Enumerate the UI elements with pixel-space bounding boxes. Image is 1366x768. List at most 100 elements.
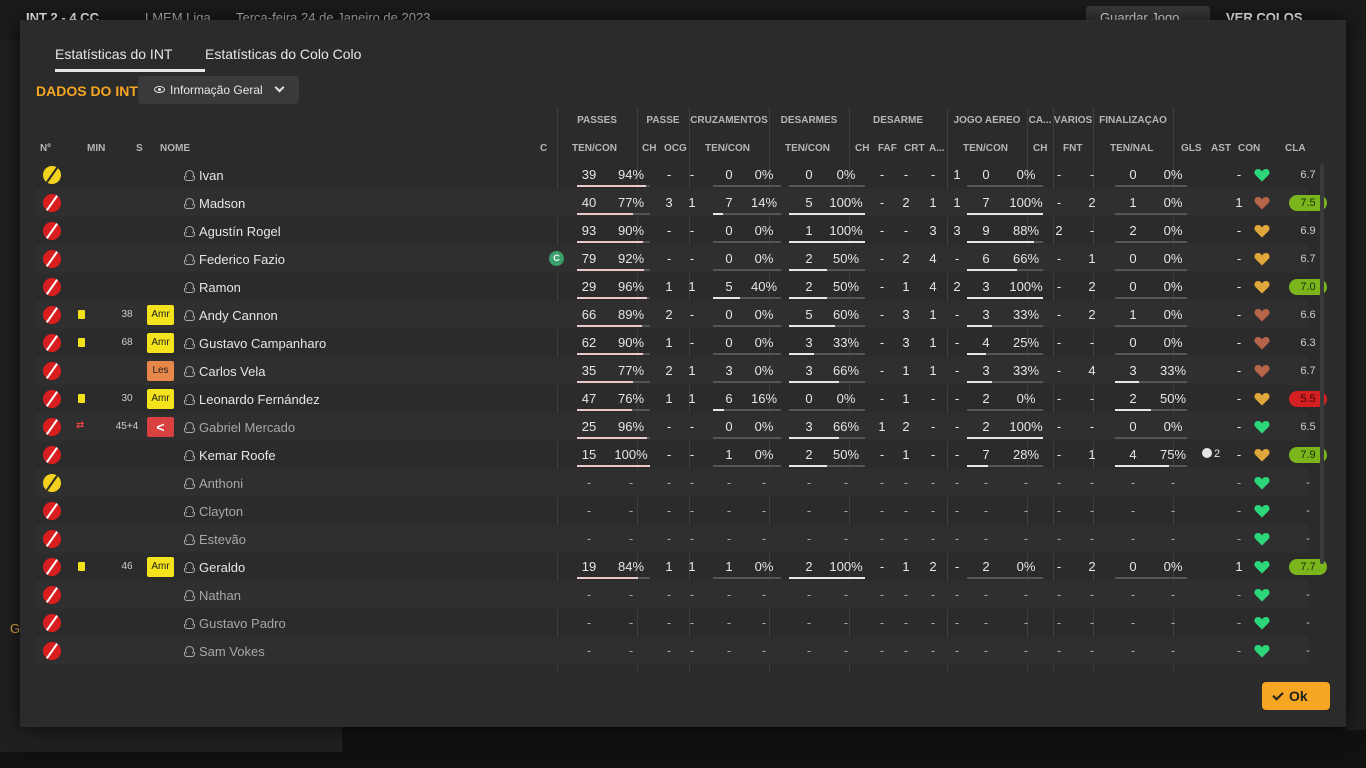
desarme-a: - bbox=[954, 391, 960, 406]
column-header-desarmes[interactable]: TEN/CON bbox=[785, 143, 830, 154]
player-name[interactable]: Andy Cannon bbox=[199, 308, 278, 323]
table-row[interactable]: 30 Amr Leonardo Fernández 47 76% 1 1 6 16% 0 0% -1-… bbox=[36, 385, 1327, 413]
table-row[interactable]: 38 Amr Andy Cannon 66 89% 2 - 0 0% 5 60% - 3 1 - 3 33% - 2… bbox=[36, 301, 1316, 329]
player-name[interactable]: Leonardo Fernández bbox=[199, 392, 320, 407]
table-row[interactable]: Sam Vokes - - - - - - - - - - - - - - - - - - - - bbox=[36, 637, 1310, 665]
column-header-desarme-ch[interactable]: CH bbox=[855, 143, 869, 154]
player-name[interactable]: Sam Vokes bbox=[199, 644, 265, 659]
column-header-passe-ch[interactable]: CH bbox=[642, 143, 656, 154]
assists-value: - bbox=[1236, 391, 1242, 406]
column-header-minutes[interactable]: MIN bbox=[87, 143, 105, 154]
player-name[interactable]: Ivan bbox=[199, 168, 224, 183]
column-header-con[interactable]: CON bbox=[1238, 143, 1260, 154]
table-row[interactable]: Clayton - - - - - - - - - - - - - - - - - - - - bbox=[36, 497, 1310, 525]
goals-count: 2 bbox=[1213, 448, 1221, 460]
column-header-jogo-aereo[interactable]: TEN/CON bbox=[963, 143, 1008, 154]
tab-int-stats[interactable]: Estatísticas do INT bbox=[55, 46, 206, 72]
column-header-ast[interactable]: AST bbox=[1211, 143, 1231, 154]
cruzamentos-count: 3 bbox=[725, 363, 733, 378]
table-row[interactable]: Anthoni - - - - - - - - - - - - - - - - - - - - bbox=[36, 469, 1310, 497]
cruzamentos-bar-track bbox=[713, 325, 781, 327]
player-name[interactable]: Nathan bbox=[199, 588, 241, 603]
table-row[interactable]: Ramon 29 96% 1 1 5 40% 2 50% -1 4 2 3 100% -2 0 0% -7.0 bbox=[36, 273, 1327, 301]
table-row[interactable]: 68 Amr Gustavo Campanharo 62 90% 1 - 0 0% 3 33% - 3 1… bbox=[36, 329, 1316, 357]
passes-percent: 90% bbox=[617, 335, 645, 350]
column-header-captain[interactable]: C bbox=[540, 143, 547, 154]
jogo-aereo-bar bbox=[967, 325, 992, 327]
table-row[interactable]: Federico Fazio C 79 92% - - 0 0% 2 50% - 2 4 - 6 66% - 1 0… bbox=[36, 245, 1316, 273]
player-name[interactable]: Agustín Rogel bbox=[199, 224, 281, 239]
view-selector-dropdown[interactable]: Informação Geral bbox=[138, 76, 299, 104]
cruzamentos-count: - bbox=[726, 531, 732, 546]
player-name[interactable]: Madson bbox=[199, 196, 245, 211]
cruzamentos-count: - bbox=[726, 503, 732, 518]
player-name[interactable]: Estevão bbox=[199, 532, 246, 547]
player-name[interactable]: Carlos Vela bbox=[199, 364, 265, 379]
finalizacao-bar-track bbox=[1115, 297, 1187, 299]
finalizacao-bar-track bbox=[1115, 185, 1187, 187]
column-header-faf[interactable]: FAF bbox=[878, 143, 897, 154]
substitution-icon: ⇄ bbox=[76, 420, 85, 431]
desarme-crt: - bbox=[930, 419, 936, 434]
player-name[interactable]: Ramon bbox=[199, 280, 241, 295]
cruzamentos-percent: 0% bbox=[754, 307, 774, 322]
column-header-passes[interactable]: TEN/CON bbox=[572, 143, 617, 154]
column-header-finalizacao[interactable]: TEN/NAL bbox=[1110, 143, 1153, 154]
desarmes-percent: 33% bbox=[832, 335, 860, 350]
group-header-ca: CA... bbox=[1028, 115, 1052, 126]
passes-bar bbox=[577, 241, 643, 243]
player-name[interactable]: Kemar Roofe bbox=[199, 448, 276, 463]
ca-ch: - bbox=[1056, 167, 1062, 182]
player-name[interactable]: Gustavo Padro bbox=[199, 616, 286, 631]
table-row[interactable]: Nathan - - - - - - - - - - - - - - - - - - - - bbox=[36, 581, 1310, 609]
desarmes-count: 3 bbox=[805, 419, 813, 434]
passes-bar bbox=[577, 353, 643, 355]
varios-fnt: - bbox=[1089, 419, 1095, 434]
cruzamentos-count: 0 bbox=[725, 307, 733, 322]
shirt-number-icon bbox=[43, 250, 61, 268]
column-header-ocg[interactable]: OCG bbox=[664, 143, 687, 154]
desarme-faf: 3 bbox=[902, 307, 910, 322]
table-row[interactable]: Estevão - - - - - - - - - - - - - - - - - - - - bbox=[36, 525, 1310, 553]
assists-value: - bbox=[1236, 587, 1242, 602]
column-header-cruzamentos[interactable]: TEN/CON bbox=[705, 143, 750, 154]
player-name[interactable]: Gustavo Campanharo bbox=[199, 336, 326, 351]
status-badge: Les bbox=[147, 361, 174, 381]
passe-ocg: - bbox=[689, 643, 695, 658]
table-row[interactable]: Madson 40 77% 3 1 7 14% 5 100% -2 1 1 7 100% -2 1 0% 1 7.5 bbox=[36, 189, 1327, 217]
column-header-a[interactable]: A... bbox=[929, 143, 945, 154]
player-name[interactable]: Anthoni bbox=[199, 476, 243, 491]
table-scrollbar[interactable] bbox=[1320, 164, 1324, 564]
substitution-badge[interactable]: < bbox=[147, 417, 174, 437]
passes-percent: 94% bbox=[617, 167, 645, 182]
table-row[interactable]: Kemar Roofe 15 100% - - 1 0% 2 50% - 1 - - 7 28% - 1 4 75%… bbox=[36, 441, 1327, 469]
column-header-name[interactable]: NOME bbox=[160, 143, 190, 154]
desarme-ch: - bbox=[879, 531, 885, 546]
table-row[interactable]: Agustín Rogel 93 90% - - 0 0% 1 100% - - 3 3 9 88% 2 - 2 0… bbox=[36, 217, 1316, 245]
column-header-fnt[interactable]: FNT bbox=[1063, 143, 1082, 154]
player-name[interactable]: Federico Fazio bbox=[199, 252, 285, 267]
player-name[interactable]: Clayton bbox=[199, 504, 243, 519]
column-header-ca-ch[interactable]: CH bbox=[1033, 143, 1047, 154]
player-profile-icon bbox=[184, 226, 195, 237]
table-row[interactable]: Gustavo Padro - - - - - - - - - - - - - - - - - - - - bbox=[36, 609, 1310, 637]
ca-ch: - bbox=[1056, 447, 1062, 462]
passes-count: 66 bbox=[581, 307, 597, 322]
column-header-gls[interactable]: GLS bbox=[1181, 143, 1202, 154]
column-header-cla[interactable]: CLA bbox=[1285, 143, 1306, 154]
cruzamentos-percent: 0% bbox=[754, 335, 774, 350]
column-header-number[interactable]: Nº bbox=[40, 143, 51, 154]
column-header-crt[interactable]: CRT bbox=[904, 143, 925, 154]
table-row[interactable]: Les Carlos Vela 35 77% 2 1 3 0% 3 66% -1 1-3 33% -4 3 3… bbox=[36, 357, 1316, 385]
table-row[interactable]: 46 Amr Geraldo 19 84% 1 1 1 0% 2 100% -1 2-2 0% -2 0 0% 1… bbox=[36, 553, 1327, 581]
desarme-crt: - bbox=[930, 391, 936, 406]
passes-count: 47 bbox=[581, 391, 597, 406]
table-row[interactable]: Ivan 39 94% - -0 0% 0 0% - - -1 0 0% - -0 0% -6.7 bbox=[36, 161, 1316, 189]
varios-fnt: - bbox=[1089, 223, 1095, 238]
ok-button[interactable]: Ok bbox=[1262, 682, 1330, 710]
player-name[interactable]: Geraldo bbox=[199, 560, 245, 575]
player-name[interactable]: Gabriel Mercado bbox=[199, 420, 295, 435]
table-row[interactable]: ⇄ 45+4 < Gabriel Mercado 25 96% - - 0 0% 3 66% 1 2 - - 2… bbox=[36, 413, 1316, 441]
column-header-sub[interactable]: S bbox=[136, 143, 143, 154]
tab-colo-colo-stats[interactable]: Estatísticas do Colo Colo bbox=[205, 46, 361, 70]
